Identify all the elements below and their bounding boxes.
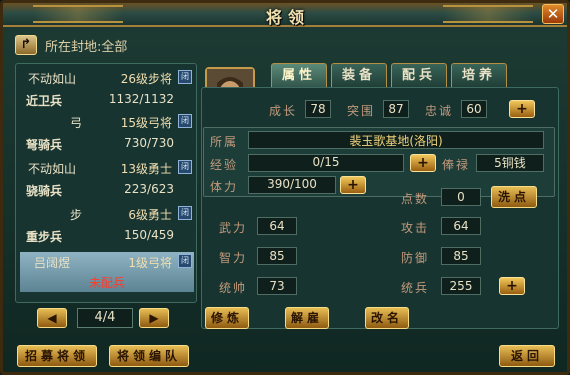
troops-value: 255 bbox=[441, 277, 481, 295]
general-name: 吕阔煜 bbox=[34, 256, 71, 270]
general-name: 步 bbox=[70, 208, 83, 222]
general-name: 不动如山 bbox=[28, 162, 77, 176]
attack-value: 64 bbox=[441, 217, 481, 235]
close-button[interactable]: ✕ bbox=[542, 4, 564, 24]
troops-label: 统兵 bbox=[401, 281, 430, 295]
tab-training[interactable]: 培养 bbox=[451, 63, 507, 89]
wash-points-button[interactable]: 洗点 bbox=[491, 186, 537, 208]
general-rank: 15级弓将 bbox=[120, 116, 172, 130]
points-value: 0 bbox=[441, 188, 481, 206]
platoon-name: 骁骑兵 bbox=[26, 184, 63, 198]
roster-platoon-1[interactable]: 近卫兵 1132/1132 bbox=[20, 90, 194, 110]
platoon-name: 近卫兵 bbox=[26, 94, 63, 108]
points-label: 点数 bbox=[401, 192, 430, 206]
defense-label: 防御 bbox=[401, 251, 430, 265]
breakout-label: 突围 bbox=[347, 104, 376, 118]
idle-badge-icon: 闭 bbox=[178, 114, 192, 128]
general-name: 弓 bbox=[70, 116, 83, 130]
stamina-plus-button[interactable]: + bbox=[340, 176, 366, 194]
exp-value: 0/15 bbox=[312, 155, 340, 169]
platoon-count: 1132/1132 bbox=[108, 92, 174, 106]
exp-plus-button[interactable]: + bbox=[410, 154, 436, 172]
roster-pager: ◀ 4/4 ▶ bbox=[15, 307, 197, 331]
platoon-count: 730/730 bbox=[124, 136, 174, 150]
attack-label: 攻击 bbox=[401, 221, 430, 235]
idle-badge-icon: 闭 bbox=[178, 70, 192, 84]
idle-badge-icon: 闭 bbox=[178, 160, 192, 174]
roster-platoon-2[interactable]: 弩骑兵 730/730 bbox=[20, 134, 194, 154]
location-text: 所在封地:全部 bbox=[45, 39, 128, 55]
platoon-name: 重步兵 bbox=[26, 230, 63, 244]
window-title: 将领 bbox=[265, 8, 310, 27]
general-formation-button[interactable]: 将领编队 bbox=[109, 345, 189, 367]
roster-platoon-3[interactable]: 骁骑兵 223/623 bbox=[20, 180, 194, 200]
recruit-general-button[interactable]: 招募将领 bbox=[17, 345, 97, 367]
platoon-count: 150/459 bbox=[124, 228, 174, 242]
roster-general-1[interactable]: 不动如山 26级步将 闭 bbox=[20, 68, 194, 88]
roster-general-3[interactable]: 不动如山 13级勇士 闭 bbox=[20, 158, 194, 178]
intel-value: 85 bbox=[257, 247, 297, 265]
prev-page-button[interactable]: ◀ bbox=[37, 308, 67, 328]
loyalty-value: 60 bbox=[461, 100, 487, 118]
exp-label: 经验 bbox=[210, 158, 239, 172]
belong-value: 裴玉歌基地(洛阳) bbox=[349, 134, 443, 148]
platoon-count: 223/623 bbox=[124, 182, 174, 196]
exp-bar: 0/15 bbox=[248, 154, 404, 172]
page-indicator: 4/4 bbox=[77, 308, 133, 328]
back-button[interactable]: 返回 bbox=[499, 345, 555, 367]
belong-bar: 裴玉歌基地(洛阳) bbox=[248, 131, 544, 149]
tab-troops[interactable]: 配兵 bbox=[391, 63, 447, 89]
train-button[interactable]: 修炼 bbox=[205, 307, 249, 329]
roster-general-2[interactable]: 弓 15级弓将 闭 bbox=[20, 112, 194, 132]
general-rank: 1级弓将 bbox=[128, 256, 172, 270]
roster-general-selected[interactable]: 吕阔煜 1级弓将 闭 未配兵 bbox=[20, 252, 194, 292]
location-bar: ↱ 所在封地:全部 bbox=[15, 34, 127, 56]
general-window: 将领 ✕ ↱ 所在封地:全部 不动如山 26级步将 闭 近卫兵 1132/113… bbox=[0, 0, 570, 375]
next-page-button[interactable]: ▶ bbox=[139, 308, 169, 328]
rename-button[interactable]: 改名 bbox=[365, 307, 409, 329]
general-rank: 13级勇士 bbox=[120, 162, 172, 176]
stamina-label: 体力 bbox=[210, 180, 239, 194]
belong-label: 所属 bbox=[210, 135, 239, 149]
intel-label: 智力 bbox=[219, 251, 248, 265]
defense-value: 85 bbox=[441, 247, 481, 265]
roster-panel: 不动如山 26级步将 闭 近卫兵 1132/1132 弓 15级弓将 闭 弩骑兵… bbox=[15, 63, 197, 303]
force-value: 64 bbox=[257, 217, 297, 235]
idle-badge-icon: 闭 bbox=[178, 206, 192, 220]
loyalty-plus-button[interactable]: + bbox=[509, 100, 535, 118]
troops-plus-button[interactable]: + bbox=[499, 277, 525, 295]
tab-equipment[interactable]: 装备 bbox=[331, 63, 387, 89]
command-value: 73 bbox=[257, 277, 297, 295]
platoon-name: 弩骑兵 bbox=[26, 138, 63, 152]
general-rank: 6级勇士 bbox=[128, 208, 172, 222]
growth-label: 成长 bbox=[269, 104, 298, 118]
back-arrow-icon[interactable]: ↱ bbox=[15, 35, 37, 55]
growth-value: 78 bbox=[305, 100, 331, 118]
roster-platoon-4[interactable]: 重步兵 150/459 bbox=[20, 226, 194, 246]
salary-label: 俸禄 bbox=[442, 158, 471, 172]
stamina-bar: 390/100 bbox=[248, 176, 336, 194]
roster-general-4[interactable]: 步 6级勇士 闭 bbox=[20, 204, 194, 224]
idle-badge-icon: 闭 bbox=[178, 254, 192, 268]
title-bar: 将领 bbox=[3, 3, 567, 27]
salary-value: 5铜钱 bbox=[476, 154, 544, 172]
stamina-value: 390/100 bbox=[267, 177, 317, 191]
general-name: 不动如山 bbox=[28, 72, 77, 86]
force-label: 武力 bbox=[219, 221, 248, 235]
loyalty-label: 忠诚 bbox=[425, 104, 454, 118]
dismiss-button[interactable]: 解雇 bbox=[285, 307, 329, 329]
breakout-value: 87 bbox=[383, 100, 409, 118]
command-label: 统帅 bbox=[219, 281, 248, 295]
unassigned-status: 未配兵 bbox=[88, 276, 125, 290]
general-rank: 26级步将 bbox=[120, 72, 172, 86]
